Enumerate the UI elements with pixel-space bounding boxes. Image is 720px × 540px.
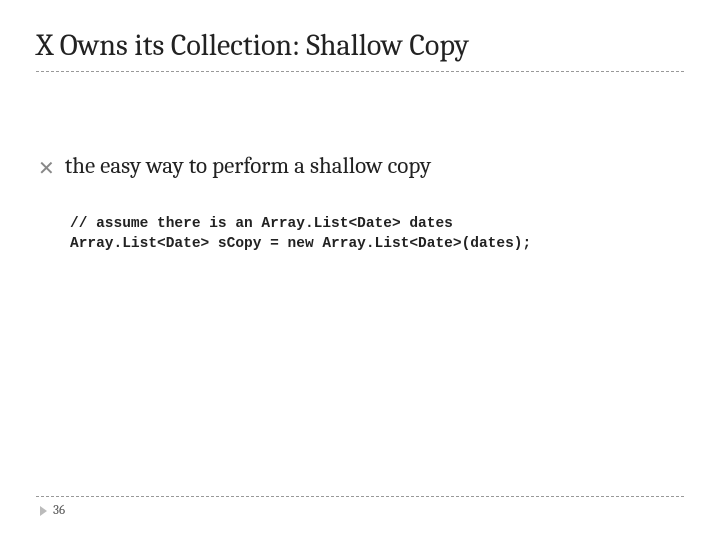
bullet-marker-icon: ✕ [38, 159, 55, 179]
bullet-item: ✕ the easy way to perform a shallow copy [38, 152, 684, 179]
slide-body: ✕ the easy way to perform a shallow copy… [36, 152, 684, 254]
triangle-icon [40, 506, 47, 516]
title-divider [36, 71, 684, 72]
page-number: 36 [53, 503, 65, 518]
slide-footer: 36 [36, 496, 684, 518]
bullet-text: the easy way to perform a shallow copy [65, 152, 431, 179]
slide-container: X Owns its Collection: Shallow Copy ✕ th… [0, 0, 720, 540]
code-block: // assume there is an Array.List<Date> d… [70, 215, 684, 254]
slide-title: X Owns its Collection: Shallow Copy [36, 28, 684, 63]
page-indicator: 36 [40, 503, 684, 518]
footer-divider [36, 496, 684, 497]
code-line-2: Array.List<Date> sCopy = new Array.List<… [70, 236, 531, 252]
code-line-1: // assume there is an Array.List<Date> d… [70, 216, 453, 232]
